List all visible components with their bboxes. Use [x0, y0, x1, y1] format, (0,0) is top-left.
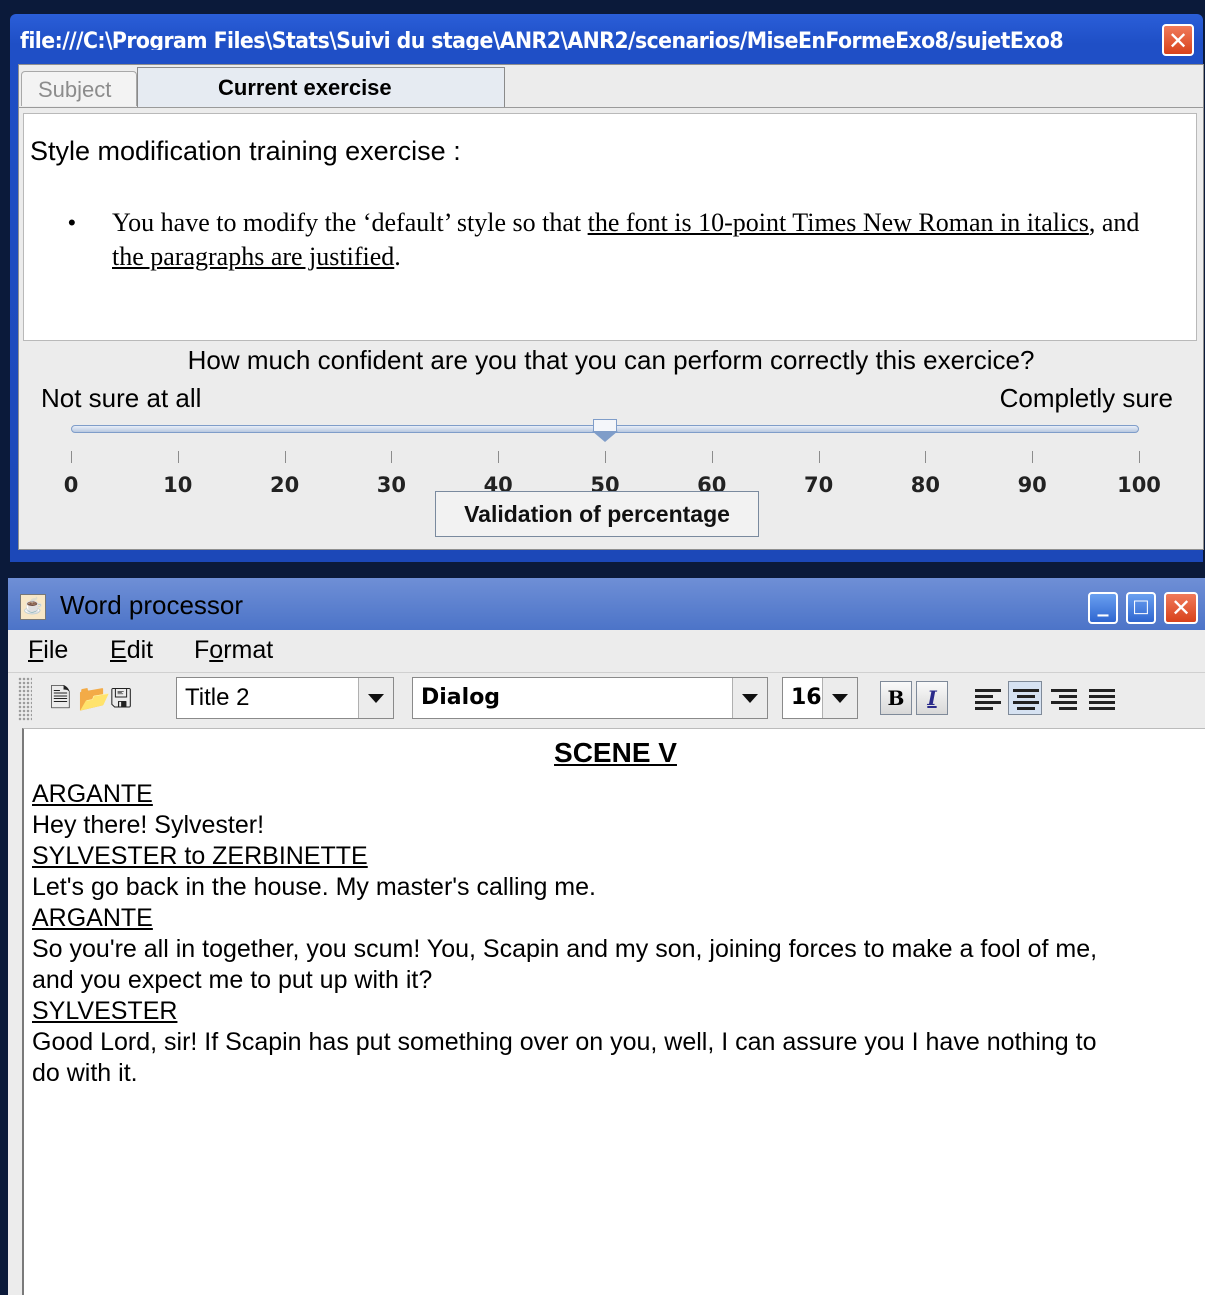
slider-tick: [818, 451, 820, 463]
dialogue-line: Good Lord, sir! If Scapin has put someth…: [32, 1028, 1097, 1087]
instruction-text: , and: [1088, 208, 1140, 237]
tab-bar: Subject Current exercise: [19, 65, 1203, 108]
new-document-icon[interactable]: 🗎: [50, 683, 71, 713]
toolbar: 🗎 📂 🖫 Title 2 Dialog 16 B I: [8, 672, 1205, 725]
slider-tick-label: 100: [1117, 473, 1161, 497]
instruction-paragraph-requirement: the paragraphs are justified: [112, 242, 395, 271]
close-icon[interactable]: ✕: [1164, 592, 1198, 624]
menu-bar: File Edit Format: [10, 632, 310, 668]
slider-tick-label: 90: [1017, 473, 1047, 497]
instruction-text: You have to modify the ‘default’ style s…: [112, 208, 588, 237]
slider-tick: [71, 451, 72, 463]
exercise-instruction: You have to modify the ‘default’ style s…: [112, 206, 1162, 274]
word-processor-body: File Edit Format 🗎 📂 🖫 Title 2 Dialog 16…: [8, 630, 1205, 1295]
chevron-down-icon[interactable]: [732, 678, 767, 718]
menu-format[interactable]: Format: [194, 636, 273, 665]
menu-edit[interactable]: Edit: [110, 636, 153, 665]
exercise-heading: Style modification training exercise :: [30, 136, 461, 166]
slider-max-label: Completly sure: [999, 383, 1173, 413]
align-left-icon[interactable]: [970, 681, 1004, 715]
dialogue-line: So you're all in together, you scum! You…: [32, 935, 1098, 994]
tab-subject[interactable]: Subject: [21, 71, 137, 106]
slider-min-label: Not sure at all: [41, 383, 202, 413]
slider-tick: [284, 451, 286, 463]
bold-button[interactable]: B: [880, 681, 912, 715]
slider-tick-label: 10: [163, 473, 193, 497]
bullet: •: [68, 210, 76, 235]
align-center-icon[interactable]: [1008, 681, 1042, 715]
slider-tick-label: 30: [376, 473, 406, 497]
slider-tick-label: 0: [63, 473, 79, 497]
speaker-name: SYLVESTER to ZERBINETTE: [32, 842, 368, 870]
scene-title: SCENE V: [554, 737, 677, 768]
save-icon[interactable]: 🖫: [110, 683, 132, 713]
style-value: Title 2: [185, 684, 250, 711]
window-title: Word processor: [60, 590, 244, 620]
exercise-description: Style modification training exercise : •…: [23, 113, 1197, 341]
dialogue-line: Let's go back in the house. My master's …: [32, 873, 596, 901]
menu-file[interactable]: File: [28, 636, 68, 665]
document-text: ARGANTE Hey there! Sylvester! SYLVESTER to…: [32, 779, 1112, 1089]
exercise-window-title: file:///C:\Program Files\Stats\Suivi du …: [20, 29, 1071, 50]
speaker-name: ARGANTE: [32, 904, 153, 932]
minimize-icon[interactable]: _: [1088, 592, 1118, 624]
style-dropdown[interactable]: Title 2: [176, 677, 394, 719]
dialogue-line: Hey there! Sylvester!: [32, 811, 265, 839]
chevron-down-icon[interactable]: [358, 678, 393, 718]
slider-tick-label: 20: [269, 473, 300, 497]
speaker-name: SYLVESTER: [32, 997, 178, 1025]
toolbar-grip[interactable]: [18, 677, 32, 721]
slider-tick: [1032, 451, 1034, 463]
slider-tick: [498, 451, 500, 463]
instruction-text: .: [394, 242, 401, 271]
font-dropdown[interactable]: Dialog: [412, 677, 768, 719]
tab-current-exercise[interactable]: Current exercise: [137, 67, 505, 107]
align-right-icon[interactable]: [1046, 681, 1080, 715]
italic-button[interactable]: I: [916, 681, 948, 715]
confidence-question: How much confident are you that you can …: [187, 345, 1035, 375]
slider-tick: [391, 451, 393, 463]
slider-tick: [1139, 451, 1140, 463]
align-justify-icon[interactable]: [1084, 681, 1118, 715]
instruction-font-requirement: the font is 10-point Times New Roman in …: [587, 208, 1089, 237]
word-processor-window: ☕ Word processor _ □ ✕ File Edit Format …: [8, 578, 1205, 1295]
font-value: Dialog: [421, 685, 501, 710]
maximize-icon[interactable]: □: [1126, 592, 1156, 624]
validate-percentage-button[interactable]: Validation of percentage: [435, 491, 759, 537]
font-size-dropdown[interactable]: 16: [782, 677, 858, 719]
java-app-icon: ☕: [20, 594, 46, 620]
document-editor[interactable]: SCENE V ARGANTE Hey there! Sylvester! SYLV…: [22, 728, 1205, 1295]
slider-tick: [177, 451, 179, 463]
slider-tick: [711, 451, 713, 463]
close-icon[interactable]: ✕: [1162, 24, 1194, 56]
title-bar: ☕ Word processor _ □ ✕: [8, 578, 1205, 630]
chevron-down-icon[interactable]: [822, 678, 857, 718]
slider-tick: [925, 451, 927, 463]
font-size-value: 16: [791, 685, 822, 710]
slider-tick-label: 80: [910, 473, 940, 497]
open-folder-icon[interactable]: 📂: [78, 683, 110, 713]
slider-tick-label: 70: [803, 473, 834, 497]
speaker-name: ARGANTE: [32, 780, 153, 808]
exercise-panel: Subject Current exercise Style modificat…: [18, 64, 1204, 550]
slider-tick: [605, 451, 606, 463]
